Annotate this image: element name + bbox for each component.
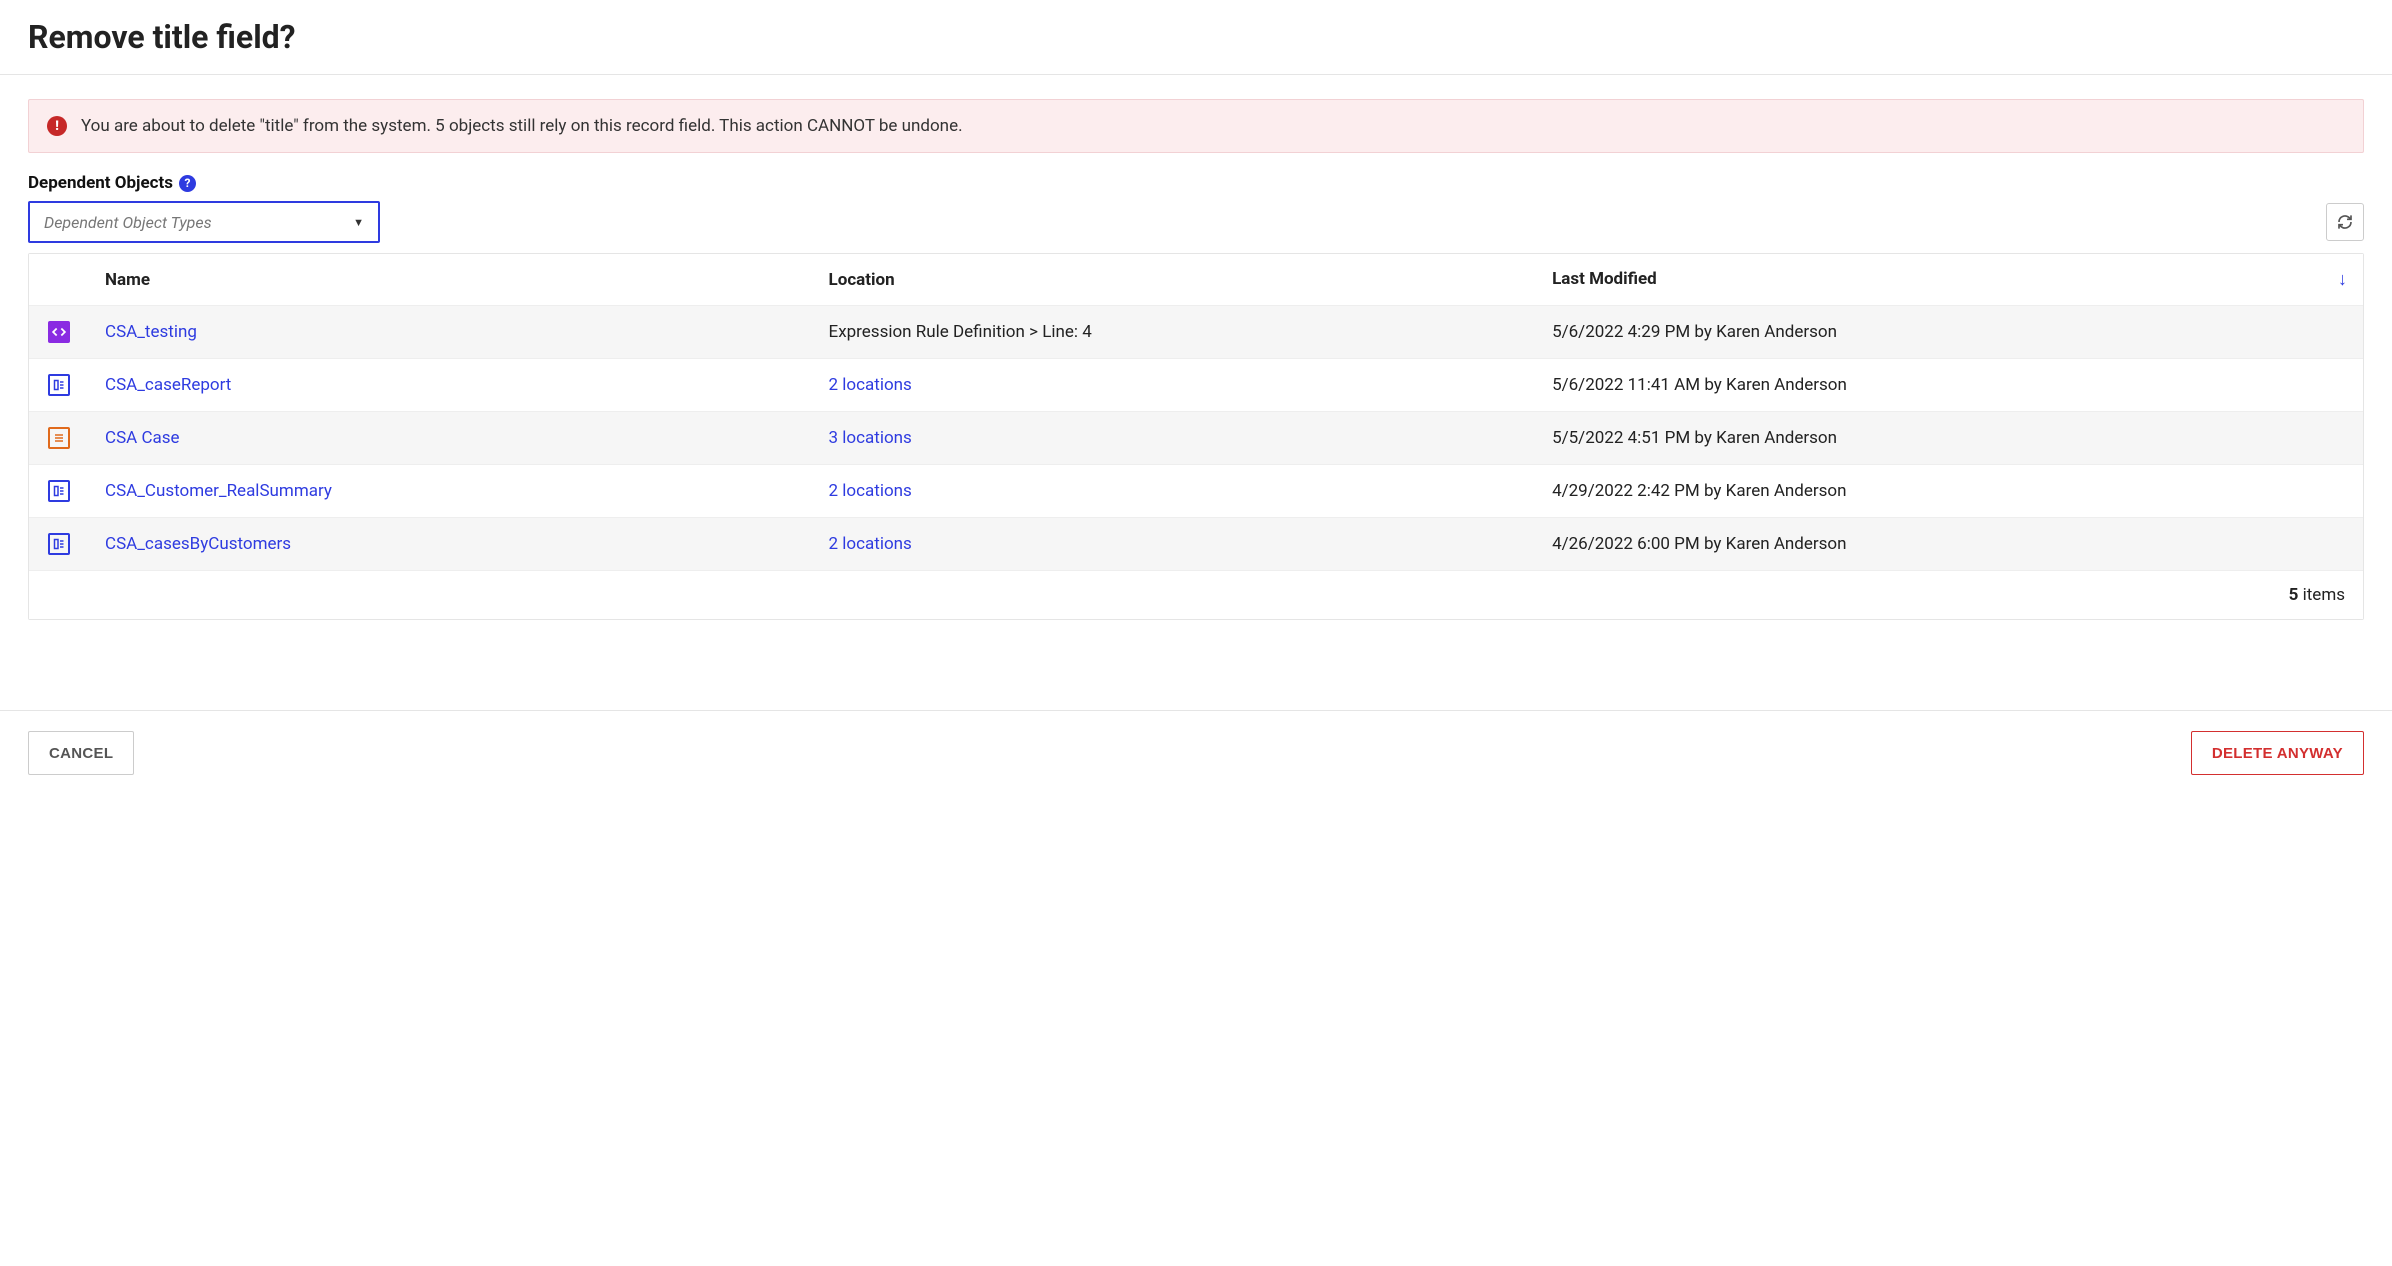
object-name-link[interactable]: CSA Case	[105, 428, 180, 448]
delete-anyway-button[interactable]: DELETE ANYWAY	[2191, 731, 2364, 775]
table-row: CSA_Customer_RealSummary 2 locations 4/29/…	[29, 465, 2363, 518]
object-name-link[interactable]: CSA_Customer_RealSummary	[105, 481, 332, 501]
object-name-link[interactable]: CSA_testing	[105, 322, 197, 342]
dependent-objects-table: Name Location Last Modified ↓ CSA_testin…	[28, 253, 2364, 620]
sort-descending-icon: ↓	[2338, 269, 2347, 290]
last-modified-text: 4/26/2022 6:00 PM by Karen Anderson	[1536, 518, 2363, 571]
last-modified-text: 5/6/2022 11:41 AM by Karen Anderson	[1536, 359, 2363, 412]
last-modified-text: 5/6/2022 4:29 PM by Karen Anderson	[1536, 306, 2363, 359]
table-row: CSA Case 3 locations 5/5/2022 4:51 PM by K…	[29, 412, 2363, 465]
location-text: Expression Rule Definition > Line: 4	[829, 322, 1092, 342]
interface-object-icon	[48, 480, 70, 502]
table-footer: 5 items	[29, 571, 2363, 619]
section-label: Dependent Objects	[28, 173, 173, 193]
location-link[interactable]: 2 locations	[829, 481, 912, 501]
divider	[0, 74, 2392, 75]
column-header-location[interactable]: Location	[813, 254, 1537, 306]
cancel-button[interactable]: CANCEL	[28, 731, 134, 775]
interface-object-icon	[48, 533, 70, 555]
last-modified-text: 5/5/2022 4:51 PM by Karen Anderson	[1536, 412, 2363, 465]
warning-banner: ! You are about to delete "title" from t…	[28, 99, 2364, 153]
items-label: items	[2298, 585, 2345, 605]
object-name-link[interactable]: CSA_caseReport	[105, 375, 231, 395]
dropdown-placeholder: Dependent Object Types	[44, 213, 212, 232]
location-link[interactable]: 2 locations	[829, 534, 912, 554]
table-row: CSA_casesByCustomers 2 locations 4/26/2022…	[29, 518, 2363, 571]
chevron-down-icon: ▼	[353, 216, 364, 229]
last-modified-text: 4/29/2022 2:42 PM by Karen Anderson	[1536, 465, 2363, 518]
action-bar: CANCEL DELETE ANYWAY	[0, 710, 2392, 795]
location-link[interactable]: 2 locations	[829, 375, 912, 395]
refresh-icon	[2337, 214, 2353, 230]
interface-object-icon	[48, 374, 70, 396]
code-object-icon	[48, 321, 70, 343]
refresh-button[interactable]	[2326, 203, 2364, 241]
object-name-link[interactable]: CSA_casesByCustomers	[105, 534, 291, 554]
table-row: CSA_caseReport 2 locations 5/6/2022 11:41 …	[29, 359, 2363, 412]
record-object-icon	[48, 427, 70, 449]
table-row: CSA_testing Expression Rule Definition > …	[29, 306, 2363, 359]
help-icon[interactable]: ?	[179, 175, 196, 192]
location-link[interactable]: 3 locations	[829, 428, 912, 448]
warning-icon: !	[47, 116, 67, 136]
warning-text: You are about to delete "title" from the…	[81, 116, 963, 136]
item-count: 5	[2289, 585, 2299, 605]
object-type-dropdown[interactable]: Dependent Object Types ▼	[28, 201, 380, 243]
column-header-name[interactable]: Name	[89, 254, 813, 306]
page-title: Remove title field?	[28, 18, 2364, 56]
column-header-last-modified[interactable]: Last Modified ↓	[1536, 254, 2363, 306]
column-header-icon	[29, 254, 89, 306]
